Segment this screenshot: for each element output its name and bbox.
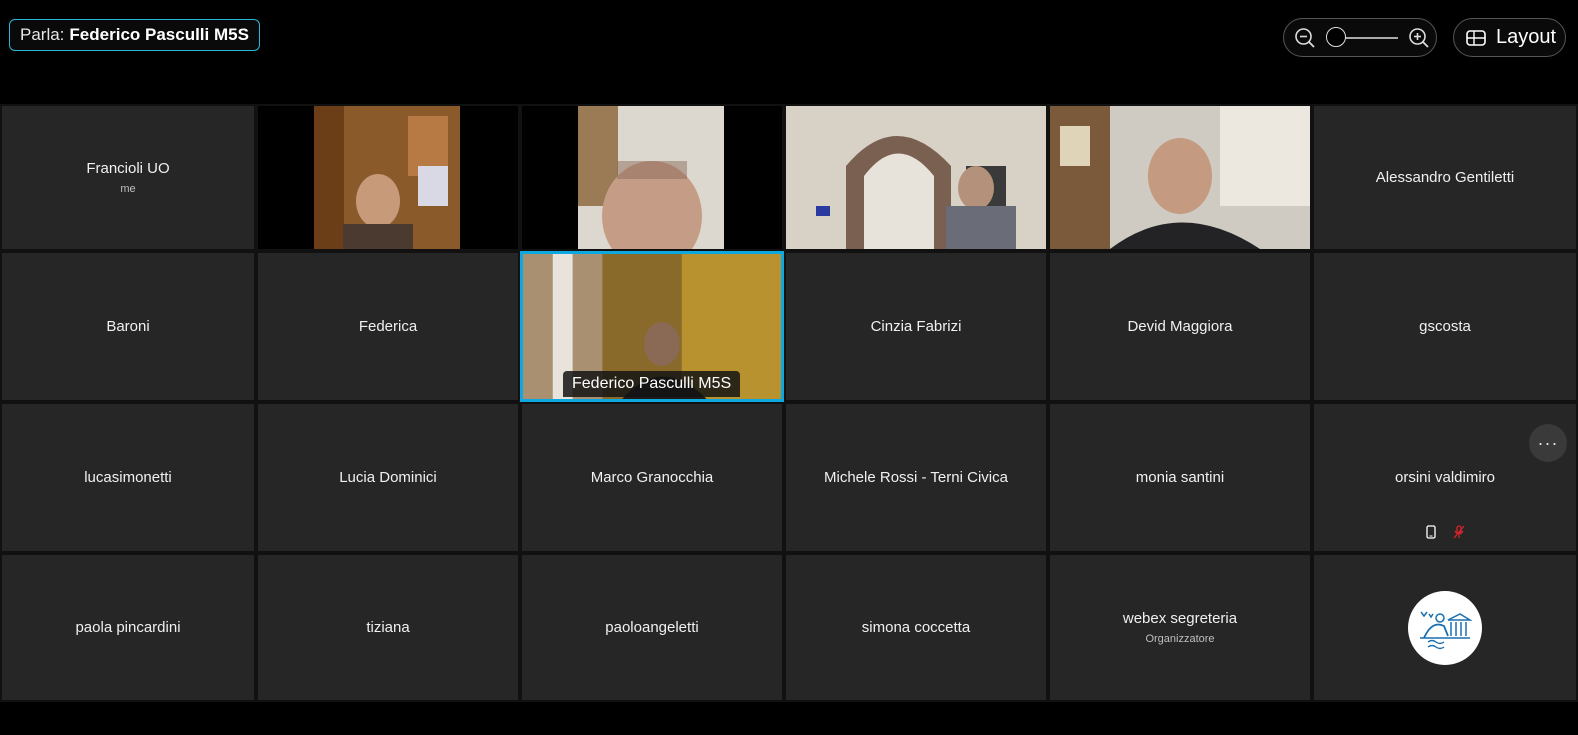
zoom-slider-knob[interactable] — [1326, 27, 1346, 47]
participant-tile[interactable]: gscosta — [1312, 251, 1578, 402]
participant-name: Alessandro Gentiletti — [1375, 169, 1515, 186]
participant-name: paoloangeletti — [605, 619, 699, 636]
participant-video-tile[interactable] — [1048, 104, 1312, 251]
more-options-icon[interactable]: ··· — [1529, 424, 1567, 462]
participant-tile[interactable]: simona coccetta — [784, 553, 1048, 702]
participant-name: webex segreteria — [1122, 610, 1238, 627]
speaker-caption: Federico Pasculli M5S — [563, 371, 741, 397]
participant-video — [522, 106, 782, 249]
participant-tile[interactable]: monia santini — [1048, 402, 1312, 553]
participant-tile[interactable] — [1312, 553, 1578, 702]
participant-name: lucasimonetti — [84, 469, 172, 486]
participant-tile[interactable]: lucasimonetti — [0, 402, 256, 553]
participant-tile[interactable]: Devid Maggiora — [1048, 251, 1312, 402]
participant-tile[interactable]: orsini valdimiro — [1312, 402, 1578, 553]
active-speaker-indicator: Parla: Federico Pasculli M5S — [9, 19, 260, 51]
participant-name: Francioli UO — [86, 160, 170, 177]
participant-tile[interactable]: paoloangeletti — [520, 553, 784, 702]
participant-tile[interactable]: Lucia Dominici — [256, 402, 520, 553]
participant-name: Lucia Dominici — [339, 469, 437, 486]
speaker-label: Parla: — [20, 25, 65, 44]
participant-video-tile[interactable] — [256, 104, 520, 251]
zoom-out-icon[interactable] — [1294, 27, 1316, 49]
participant-tile[interactable]: paola pincardini — [0, 553, 256, 702]
participant-video — [258, 106, 518, 249]
participant-tile[interactable]: Marco Granocchia — [520, 402, 784, 553]
zoom-in-icon[interactable] — [1408, 27, 1430, 49]
participant-role: me — [120, 183, 136, 195]
participant-name: monia santini — [1135, 469, 1225, 486]
participant-name: Baroni — [106, 318, 150, 335]
participant-name: simona coccetta — [861, 619, 971, 636]
organization-logo — [1408, 590, 1482, 665]
participant-tile[interactable]: Cinzia Fabrizi — [784, 251, 1048, 402]
participant-video-tile[interactable] — [784, 104, 1048, 251]
participant-name: Federica — [358, 318, 418, 335]
layout-button[interactable]: Layout — [1453, 18, 1566, 57]
participant-role: Organizzatore — [1145, 633, 1215, 645]
participant-name: Marco Granocchia — [590, 469, 714, 486]
zoom-control — [1283, 18, 1437, 57]
organization-logo-icon — [1420, 611, 1472, 649]
active-speaker-tile[interactable]: Federico Pasculli M5S — [520, 251, 784, 402]
layout-grid-icon — [1466, 29, 1486, 46]
phone-icon — [1426, 525, 1436, 539]
muted-mic-icon — [1453, 525, 1465, 539]
participant-name: Michele Rossi - Terni Civica — [824, 469, 1008, 486]
participant-tile[interactable]: Michele Rossi - Terni Civica — [784, 402, 1048, 553]
participant-video — [1050, 106, 1310, 249]
participant-video-tile[interactable] — [520, 104, 784, 251]
participant-name: tiziana — [366, 619, 410, 636]
participant-tile[interactable]: Baroni — [0, 251, 256, 402]
layout-label: Layout — [1496, 26, 1557, 48]
participant-name: Devid Maggiora — [1127, 318, 1233, 335]
participant-video — [786, 106, 1046, 249]
participant-grid: Francioli UO me Alessandro Gentiletti Ba… — [0, 104, 1578, 702]
participant-status-icons — [1424, 525, 1466, 539]
participant-tile[interactable]: Alessandro Gentiletti — [1312, 104, 1578, 251]
participant-name: paola pincardini — [75, 619, 181, 636]
participant-name: orsini valdimiro — [1394, 469, 1496, 486]
participant-tile[interactable]: Francioli UO me — [0, 104, 256, 251]
participant-name: gscosta — [1419, 318, 1471, 335]
participant-tile[interactable]: tiziana — [256, 553, 520, 702]
speaker-name: Federico Pasculli M5S — [69, 25, 249, 44]
participant-tile[interactable]: webex segreteria Organizzatore — [1048, 553, 1312, 702]
participant-tile[interactable]: Federica — [256, 251, 520, 402]
participant-name: Cinzia Fabrizi — [870, 318, 962, 335]
